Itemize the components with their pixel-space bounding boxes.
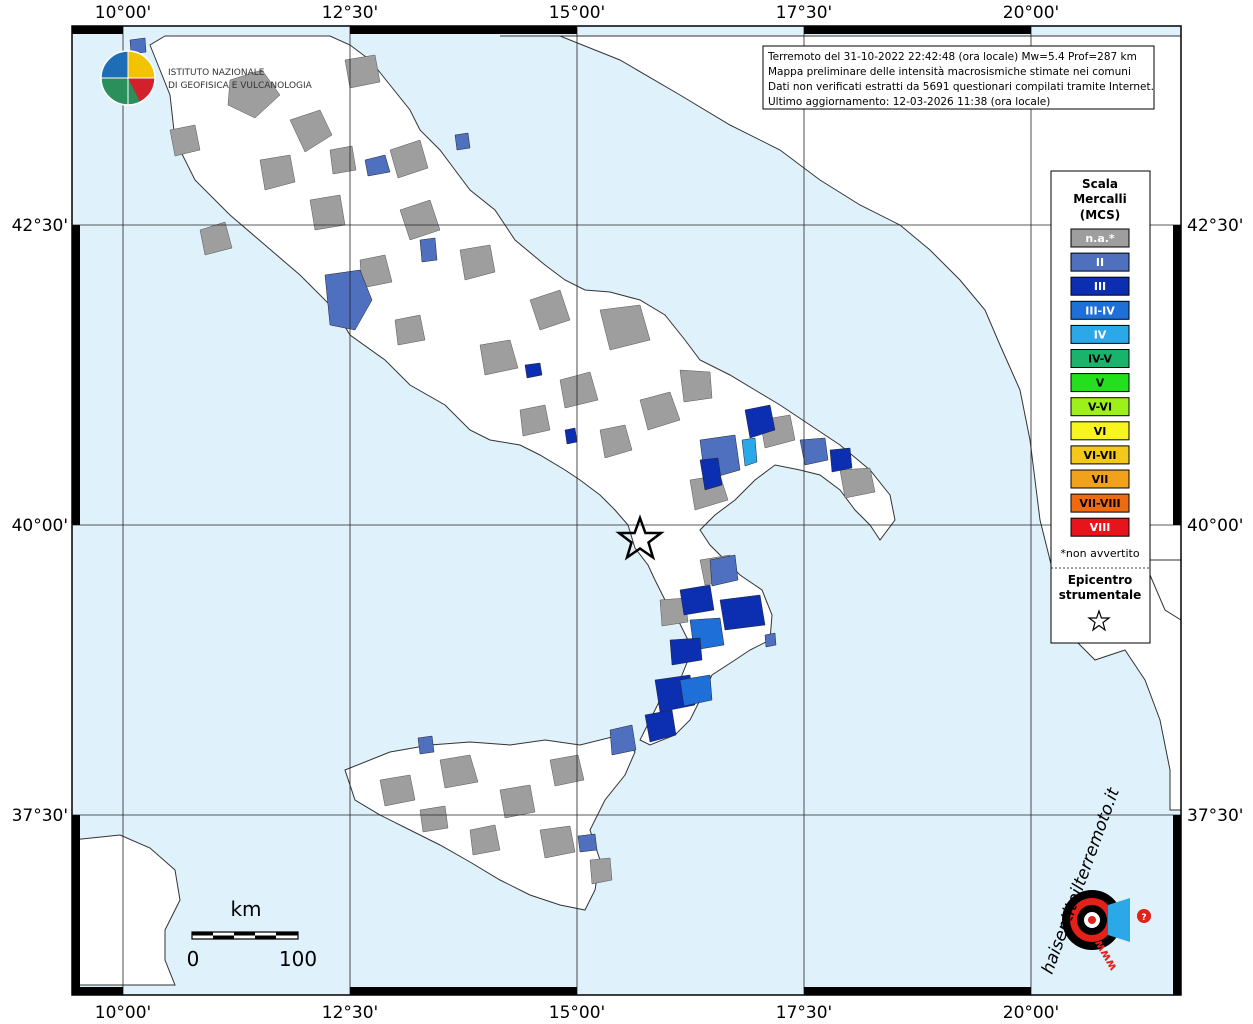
lat-labels-right: 42°30' 40°00' 37°30' [1187, 216, 1243, 826]
legend-class-label: VI [1094, 425, 1107, 438]
lat-label: 40°00' [12, 516, 68, 536]
info-line-event: Terremoto del 31-10-2022 22:42:48 (ora l… [767, 51, 1137, 63]
lat-label: 42°30' [1187, 216, 1243, 236]
info-line-updated: Ultimo aggiornamento: 12-03-2026 11:38 (… [768, 96, 1050, 108]
ingv-name-line1: ISTITUTO NAZIONALE [168, 68, 265, 78]
lat-label: 40°00' [1187, 516, 1243, 536]
legend-class-label: III-IV [1085, 304, 1115, 317]
legend-class-label: IV [1094, 328, 1107, 341]
legend-class-label: VII [1092, 473, 1109, 486]
lat-label: 37°30' [1187, 806, 1243, 826]
lat-labels-left: 42°30' 40°00' 37°30' [12, 216, 68, 826]
lon-label: 12°30' [322, 1003, 378, 1023]
legend-class-label: V [1096, 377, 1105, 390]
legend-class-label: VIII [1090, 521, 1111, 534]
scale-unit: km [230, 897, 261, 921]
intensity-legend: Scala Mercalli (MCS) n.a.*IIIIIIII-IVIVI… [1050, 170, 1151, 644]
scale-max-label: 100 [279, 947, 317, 971]
legend-title-line: Mercalli [1073, 192, 1127, 206]
lon-label: 15°00' [549, 1003, 605, 1023]
lon-labels-top: 10°00' 12°30' 15°00' 17°30' 20°00' [95, 3, 1059, 23]
lon-label: 10°00' [95, 1003, 151, 1023]
legend-class-label: III [1094, 280, 1106, 293]
lon-label: 10°00' [95, 3, 151, 23]
legend-class-label: V-VI [1088, 401, 1112, 414]
info-line-data-source: Dati non verificati estratti da 5691 que… [768, 81, 1154, 93]
legend-epicenter-label: Epicentro [1068, 573, 1133, 587]
legend-epicenter-label: strumentale [1059, 588, 1142, 602]
lon-label: 12°30' [322, 3, 378, 23]
lon-label: 17°30' [776, 3, 832, 23]
legend-class-label: VI-VII [1083, 449, 1116, 462]
ingv-name-line2: DI GEOFISICA E VULCANOLOGIA [168, 81, 313, 91]
lon-label: 17°30' [776, 1003, 832, 1023]
legend-title-line: (MCS) [1080, 208, 1121, 222]
legend-class-label: II [1096, 256, 1104, 269]
lon-label: 20°00' [1003, 1003, 1059, 1023]
scale-min-label: 0 [187, 947, 200, 971]
legend-class-label: n.a.* [1085, 232, 1115, 245]
lon-label: 20°00' [1003, 3, 1059, 23]
info-line-description: Mappa preliminare delle intensità macros… [768, 66, 1131, 78]
lat-label: 37°30' [12, 806, 68, 826]
legend-class-label: VII-VIII [1079, 497, 1120, 510]
legend-note: *non avvertito [1060, 547, 1139, 560]
svg-text:?: ? [1141, 913, 1146, 923]
legend-title-line: Scala [1082, 177, 1118, 191]
lon-label: 15°00' [549, 3, 605, 23]
macroseismic-map: 10°00' 12°30' 15°00' 17°30' 20°00' 10°00… [12, 3, 1244, 1023]
info-box: Terremoto del 31-10-2022 22:42:48 (ora l… [762, 45, 1155, 110]
legend-class-label: IV-V [1088, 353, 1113, 366]
lat-label: 42°30' [12, 216, 68, 236]
lon-labels-bottom: 10°00' 12°30' 15°00' 17°30' 20°00' [95, 1003, 1059, 1023]
